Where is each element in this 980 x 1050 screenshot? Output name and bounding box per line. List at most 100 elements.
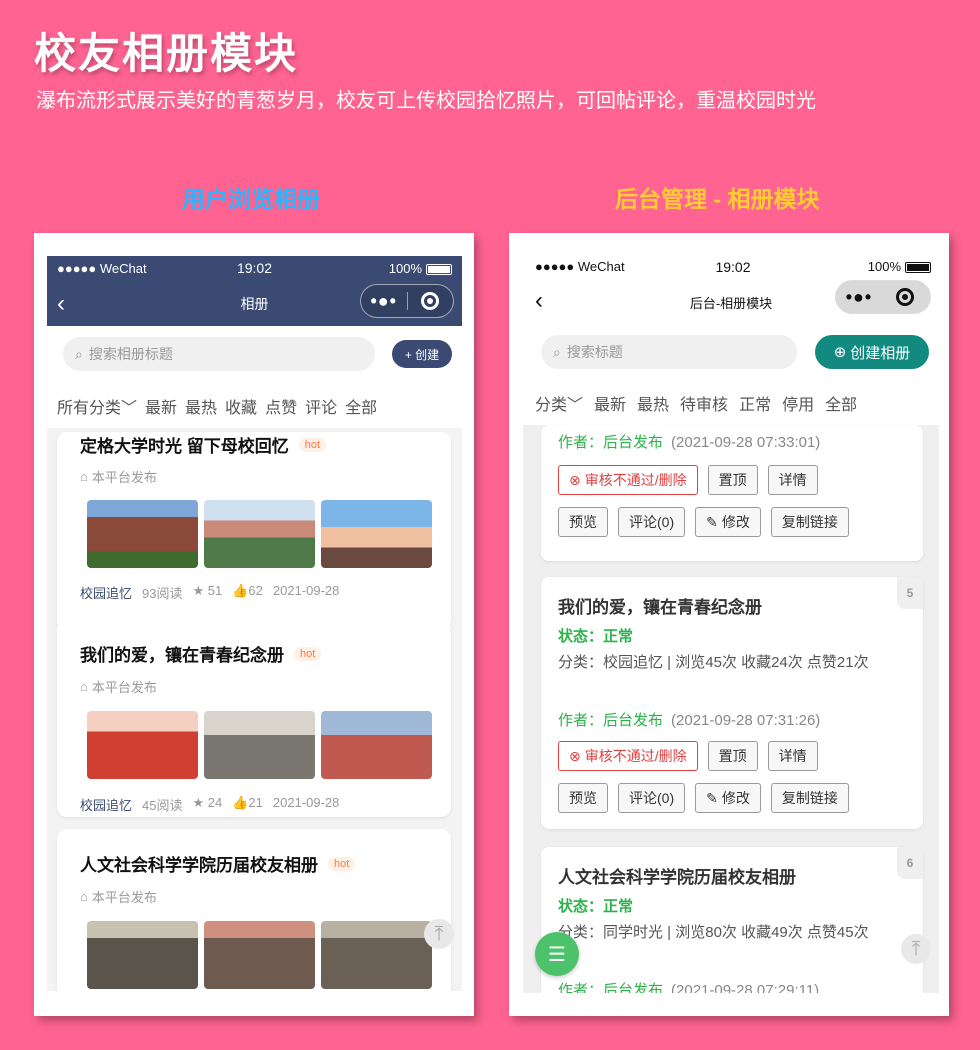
album-title: 我们的爱，镶在青春纪念册 hot [80,641,322,666]
close-miniapp-icon[interactable] [407,292,453,310]
tab-newest[interactable]: 最新 [594,391,626,415]
album-info: 分类：校园追忆 | 浏览45次 收藏24次 点赞21次 [558,654,869,671]
admin-album-card: 6 人文社会科学学院历届校友相册 状态：正常 分类：同学时光 | 浏览80次 收… [541,847,923,993]
action-row: ⊗ 审核不通过/删除 置顶 详情 [558,465,818,495]
search-input[interactable]: ⌕ 搜索相册标题 [63,337,375,371]
tab-normal[interactable]: 正常 [739,391,771,415]
album-author: 作者：后台发布 (2021-09-28 07:29:11) [558,982,820,993]
album-thumbnails [87,921,432,989]
more-icon[interactable]: •●• [361,291,407,312]
home-icon: ⌂ [80,889,88,904]
status-time: 19:02 [715,259,751,275]
back-to-top-icon[interactable]: ⤒ [424,919,454,949]
album-card[interactable]: 我们的爱，镶在青春纪念册 hot ⌂ 本平台发布 校园追忆 45阅读 ★ 24 👍… [57,619,451,817]
album-photo[interactable] [87,500,198,568]
detail-button[interactable]: 详情 [767,741,818,771]
album-category[interactable]: 校园追忆 [80,583,132,602]
album-photo[interactable] [321,921,432,989]
star-icon: ★ [192,583,205,598]
home-icon: ⌂ [80,679,88,694]
admin-album-card: 5 我们的爱，镶在青春纪念册 状态：正常 分类：校园追忆 | 浏览45次 收藏2… [541,577,923,829]
plus-circle-icon: ⊕ [833,344,847,361]
read-count: 45阅读 [142,798,183,813]
star-icon: ★ [192,795,205,810]
tab-category[interactable]: 所有分类﹀ [57,394,137,418]
album-thumbnails [87,500,432,568]
section-title-user: 用户浏览相册 [182,186,320,212]
album-source: ⌂ 本平台发布 [80,889,157,905]
tab-pending[interactable]: 待审核 [680,391,728,415]
copy-link-button[interactable]: 复制链接 [770,783,849,813]
read-count: 93阅读 [142,586,183,601]
copy-link-button[interactable]: 复制链接 [770,507,849,537]
tab-hottest[interactable]: 最热 [185,394,217,418]
tab-hottest[interactable]: 最热 [637,391,669,415]
search-input[interactable]: ⌕ 搜索标题 [541,335,797,369]
reject-delete-button[interactable]: ⊗ 审核不通过/删除 [558,465,698,495]
close-miniapp-icon[interactable] [882,288,928,306]
like-count: 👍62 [232,583,263,598]
hero-title: 校友相册模块 [34,30,299,77]
menu-list-icon[interactable]: ☰ [535,932,579,976]
album-index: 6 [897,847,923,879]
album-source: ⌂ 本平台发布 [80,469,157,485]
tab-disabled[interactable]: 停用 [782,391,814,415]
tab-all[interactable]: 全部 [825,391,857,415]
tab-comments[interactable]: 评论 [305,394,337,418]
album-index: 5 [897,577,923,609]
action-row: 预览 评论(0) ✎ 修改 复制链接 [558,507,849,537]
status-bar: ●●●●● WeChat 19:02 100% [47,256,462,280]
tab-newest[interactable]: 最新 [145,394,177,418]
create-button[interactable]: + 创建 [392,340,452,368]
pin-button[interactable]: 置顶 [707,741,758,771]
album-photo[interactable] [321,500,432,568]
album-author: 作者：后台发布 (2021-09-28 07:31:26) [558,712,821,729]
search-placeholder: 搜索相册标题 [88,346,173,362]
thumbs-up-icon: 👍 [232,795,249,810]
comments-button[interactable]: 评论(0) [618,507,686,537]
preview-button[interactable]: 预览 [558,507,608,537]
album-date: 2021-09-28 [272,795,340,810]
album-photo[interactable] [87,921,198,989]
album-title: 人文社会科学学院历届校友相册 [558,868,796,887]
album-photo[interactable] [204,711,315,779]
user-phone-screen: ●●●●● WeChat 19:02 100% ‹ 相册 •●• ⌕ 搜索相册标… [47,256,462,991]
x-circle-icon: ⊗ [569,747,581,764]
admin-header: ●●●●● WeChat 19:02 100% ‹ 后台-相册模块 •●• ⌕ … [523,253,939,425]
hot-badge: hot [294,646,322,661]
edit-button[interactable]: ✎ 修改 [695,507,761,537]
album-photo[interactable] [321,711,432,779]
create-album-button[interactable]: ⊕ 创建相册 [815,335,929,369]
hero-subtitle: 瀑布流形式展示美好的青葱岁月，校友可上传校园拾忆照片，可回帖评论，重温校园时光 [36,90,816,112]
section-title-admin: 后台管理 - 相册模块 [615,186,820,212]
detail-button[interactable]: 详情 [767,465,818,495]
search-icon: ⌕ [75,345,83,362]
back-to-top-icon[interactable]: ⤒ [901,934,931,964]
album-thumbnails [87,711,432,779]
like-count: 👍21 [232,795,263,810]
preview-button[interactable]: 预览 [558,783,608,813]
album-card[interactable]: 人文社会科学学院历届校友相册 hot ⌂ 本平台发布 [57,829,451,991]
tab-all[interactable]: 全部 [345,394,377,418]
album-photo[interactable] [204,921,315,989]
tab-likes[interactable]: 点赞 [265,394,297,418]
tab-favorites[interactable]: 收藏 [225,394,257,418]
album-photo[interactable] [204,500,315,568]
edit-button[interactable]: ✎ 修改 [695,783,761,813]
thumbs-up-icon: 👍 [232,583,249,598]
tab-category[interactable]: 分类﹀ [535,391,583,415]
pin-button[interactable]: 置顶 [707,465,758,495]
reject-delete-button[interactable]: ⊗ 审核不通过/删除 [558,741,698,771]
album-card[interactable]: 定格大学时光 留下母校回忆 hot ⌂ 本平台发布 校园追忆 93阅读 ★ 51 … [57,432,451,630]
more-icon[interactable]: •●• [836,287,882,308]
album-source: ⌂ 本平台发布 [80,679,157,695]
album-category[interactable]: 校园追忆 [80,795,132,814]
admin-phone-frame: ●●●●● WeChat 19:02 100% ‹ 后台-相册模块 •●• ⌕ … [509,233,949,1016]
comments-button[interactable]: 评论(0) [618,783,686,813]
admin-phone-screen: ●●●●● WeChat 19:02 100% ‹ 后台-相册模块 •●• ⌕ … [523,253,939,993]
battery-icon [905,262,931,274]
search-header: ⌕ 搜索相册标题 + 创建 所有分类﹀ 最新 最热 收藏 点赞 评论 全部 [47,326,462,428]
album-date: 2021-09-28 [272,583,340,598]
album-photo[interactable] [87,711,198,779]
hot-badge: hot [328,856,356,871]
